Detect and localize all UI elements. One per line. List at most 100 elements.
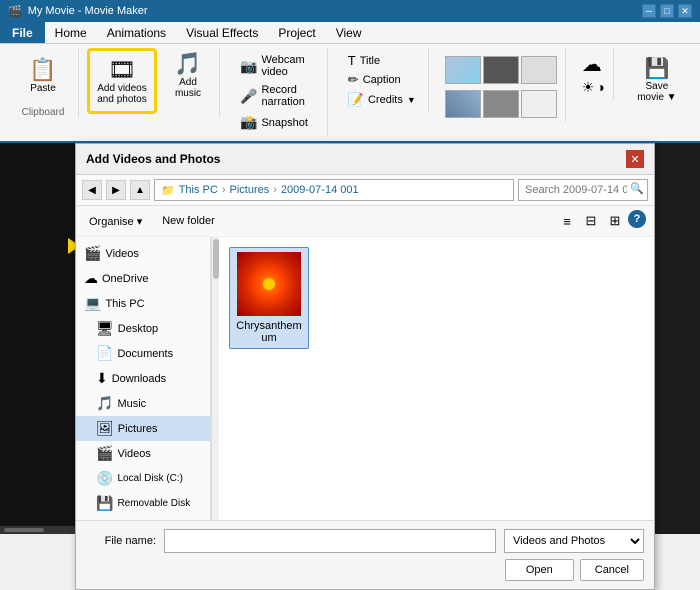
action-row: Open Cancel (86, 559, 644, 581)
menu-view[interactable]: View (326, 22, 372, 43)
view-buttons: ≡ ⊟ ⊞ ? (556, 210, 646, 232)
dialog-title-bar: Add Videos and Photos ✕ (76, 144, 654, 175)
cancel-button[interactable]: Cancel (580, 559, 644, 581)
details-view-button[interactable]: ⊟ (580, 210, 602, 232)
effect-thumb-5[interactable] (483, 90, 519, 118)
dialog-overlay: Add Videos and Photos ✕ ◀ ▶ ▲ 📁 This PC … (75, 143, 700, 534)
nav-item-desktop[interactable]: 🖥 Desktop (76, 316, 210, 341)
path-pictures[interactable]: Pictures (230, 184, 270, 196)
sidebar-scrollbar[interactable] (211, 237, 219, 520)
nav-item-music[interactable]: 🎵 Music (76, 391, 210, 416)
effect-thumb-3[interactable] (521, 56, 557, 84)
credits-button[interactable]: 📝 Credits ▼ (344, 91, 420, 109)
desktop-icon: 🖥 (96, 320, 114, 337)
path-folder[interactable]: 2009-07-14 001 (281, 184, 359, 196)
videos-icon: 🎬 (84, 245, 101, 262)
file-thumbnail (237, 252, 301, 316)
pictures-icon: 🖼 (96, 420, 114, 437)
webcam-video-button[interactable]: 📷 Webcam video (236, 52, 319, 80)
filename-label: File name: (86, 535, 156, 547)
sidebar-scrollbar-thumb[interactable] (213, 239, 219, 279)
record-narration-button[interactable]: 🎤 Record narration (236, 82, 319, 110)
large-icons-view-button[interactable]: ⊞ (604, 210, 626, 232)
nav-item-local-disk[interactable]: 💿 Local Disk (C:) (76, 466, 210, 491)
effect-thumb-1[interactable] (445, 56, 481, 84)
contrast-button[interactable]: ◑ (596, 79, 604, 96)
title-button[interactable]: T Title (344, 52, 420, 69)
microphone-icon: 🎤 (240, 88, 257, 105)
music-icon: 🎵 (96, 395, 113, 412)
downloads-icon: ⬇ (96, 370, 108, 387)
computer-icon: 💻 (84, 295, 101, 312)
search-input[interactable] (518, 179, 648, 201)
filetype-select[interactable]: Videos and Photos (504, 529, 644, 553)
up-button[interactable]: ▲ (130, 180, 150, 200)
file-name: Chrysanthemum (234, 320, 304, 344)
menu-visual-effects[interactable]: Visual Effects (176, 22, 268, 43)
dialog-title: Add Videos and Photos (86, 152, 220, 166)
caption-icon: ✏ (348, 72, 359, 88)
forward-button[interactable]: ▶ (106, 180, 126, 200)
nav-item-videos[interactable]: 🎬 Videos (76, 241, 210, 266)
search-icon: 🔍 (630, 182, 644, 195)
open-button[interactable]: Open (505, 559, 574, 581)
cloud-button[interactable]: ☁ (582, 52, 602, 77)
effect-thumb-6[interactable] (521, 90, 557, 118)
address-path[interactable]: 📁 This PC › Pictures › 2009-07-14 001 (154, 179, 514, 201)
removable-disk-icon: 💾 (96, 495, 113, 512)
nav-item-videos-sub[interactable]: 🎬 Videos (76, 441, 210, 466)
brightness-button[interactable]: ☀ (582, 79, 595, 96)
list-view-button[interactable]: ≡ (556, 210, 578, 232)
nav-item-downloads[interactable]: ⬇ Downloads (76, 366, 210, 391)
documents-icon: 📄 (96, 345, 113, 362)
add-videos-button[interactable]: 🎞 Add videos and photos (92, 53, 152, 109)
paste-icon: 📋 (29, 57, 56, 83)
dialog-bottom: File name: Videos and Photos Open Cancel (76, 520, 654, 589)
chrysanthemum-image (237, 252, 301, 316)
add-videos-icon: 🎞 (108, 57, 136, 83)
nav-item-documents[interactable]: 📄 Documents (76, 341, 210, 366)
maximize-button[interactable]: □ (660, 4, 674, 18)
toolbar-row: Organise ▾ New folder ≡ ⊟ ⊞ ? (76, 206, 654, 237)
new-folder-button[interactable]: New folder (155, 212, 222, 230)
browser-content: 🎬 Videos ☁ OneDrive 💻 This PC 🖥 Desktop (76, 237, 654, 520)
main-area: Add Videos and Photos ✕ ◀ ▶ ▲ 📁 This PC … (0, 143, 700, 534)
onedrive-icon: ☁ (84, 270, 98, 287)
help-button[interactable]: ? (628, 210, 646, 228)
menu-file[interactable]: File (0, 22, 45, 43)
menu-bar: File Home Animations Visual Effects Proj… (0, 22, 700, 44)
menu-animations[interactable]: Animations (97, 22, 176, 43)
caption-button[interactable]: ✏ Caption (344, 71, 420, 89)
nav-item-removable-disk[interactable]: 💾 Removable Disk (76, 491, 210, 516)
filename-input[interactable] (164, 529, 496, 553)
add-music-button[interactable]: 🎵 Add music (165, 48, 211, 102)
path-this-pc[interactable]: This PC (179, 184, 218, 196)
organise-button[interactable]: Organise ▾ (84, 212, 147, 231)
nav-sidebar: 🎬 Videos ☁ OneDrive 💻 This PC 🖥 Desktop (76, 237, 211, 520)
menu-project[interactable]: Project (268, 22, 325, 43)
add-music-icon: 🎵 (174, 51, 201, 77)
snapshot-button[interactable]: 📸 Snapshot (236, 112, 319, 133)
file-item-chrysanthemum[interactable]: Chrysanthemum (229, 247, 309, 349)
nav-item-onedrive[interactable]: ☁ OneDrive (76, 266, 210, 291)
effect-thumb-4[interactable] (445, 90, 481, 118)
save-movie-button[interactable]: 💾 Save movie ▼ (630, 52, 684, 107)
nav-item-this-pc[interactable]: 💻 This PC (76, 291, 210, 316)
ribbon: 📋 Paste Clipboard 🎞 Add videos and photo… (0, 44, 700, 143)
disk-icon: 💿 (96, 470, 113, 487)
close-button[interactable]: ✕ (678, 4, 692, 18)
minimize-button[interactable]: ─ (642, 4, 656, 18)
snapshot-icon: 📸 (240, 114, 257, 131)
ribbon-group-clipboard: 📋 Paste Clipboard (8, 48, 79, 118)
paste-button[interactable]: 📋 Paste (16, 48, 70, 102)
nav-item-pictures[interactable]: 🖼 Pictures (76, 416, 210, 441)
back-button[interactable]: ◀ (82, 180, 102, 200)
add-videos-dialog: Add Videos and Photos ✕ ◀ ▶ ▲ 📁 This PC … (75, 143, 655, 590)
address-bar: ◀ ▶ ▲ 📁 This PC › Pictures › 2009-07-14 … (76, 175, 654, 206)
menu-home[interactable]: Home (45, 22, 97, 43)
dialog-close-button[interactable]: ✕ (626, 150, 644, 168)
effect-thumb-2[interactable] (483, 56, 519, 84)
title-bar-icon: 🎬 (8, 5, 22, 18)
files-area: Chrysanthemum (219, 237, 654, 520)
title-bar: 🎬 My Movie - Movie Maker ─ □ ✕ (0, 0, 700, 22)
